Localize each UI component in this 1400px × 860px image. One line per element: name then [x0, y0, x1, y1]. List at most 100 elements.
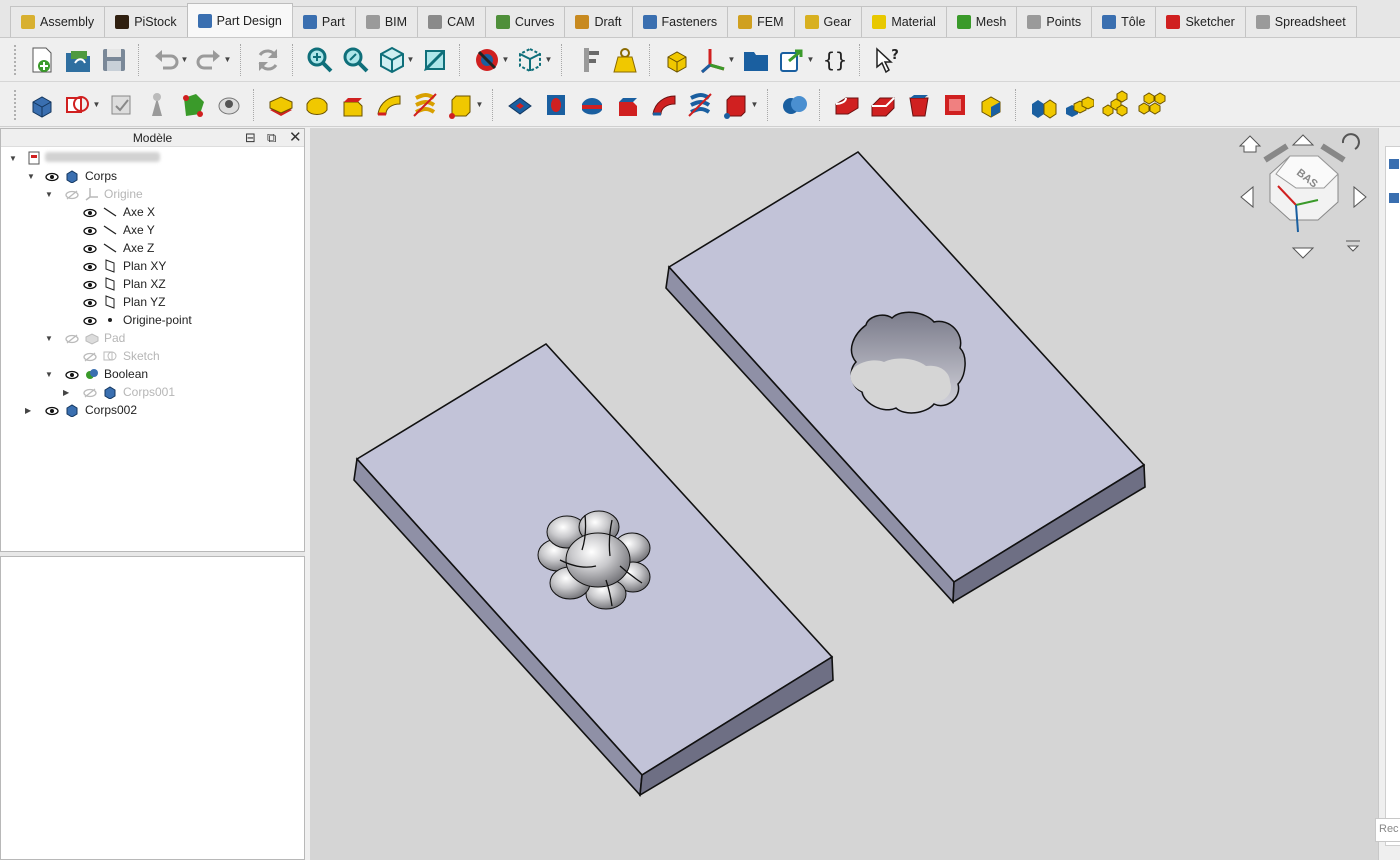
fit-all-icon[interactable]	[302, 43, 338, 77]
float-panel-icon[interactable]: ⧉	[267, 130, 276, 146]
redo-icon[interactable]	[191, 43, 227, 77]
subtractive-pipe-icon[interactable]	[646, 88, 682, 122]
expand-arrow-icon[interactable]: ▶	[63, 388, 69, 397]
tree-item[interactable]: Plan XY	[1, 257, 301, 275]
nav-arrow-down-icon[interactable]	[1291, 247, 1315, 259]
report-view-input[interactable]: Rec	[1375, 818, 1400, 842]
nav-home-icon[interactable]	[1238, 135, 1262, 153]
tree-item[interactable]: ▼ Boolean	[1, 365, 301, 383]
additive-primitive-dropdown-icon[interactable]: ▼	[475, 100, 484, 109]
sub-shape-binder-icon[interactable]	[175, 88, 211, 122]
revolution-icon[interactable]	[299, 88, 335, 122]
tree-item[interactable]: Sketch	[1, 347, 301, 365]
boolean-operation-icon[interactable]	[777, 88, 813, 122]
hidden-eye-icon[interactable]	[65, 333, 79, 344]
create-body-icon[interactable]	[24, 88, 60, 122]
whats-this-icon[interactable]: ?	[869, 43, 905, 77]
redo-dropdown-icon[interactable]: ▼	[223, 55, 232, 64]
toolbar-grip[interactable]	[14, 89, 18, 120]
new-document-icon[interactable]	[24, 43, 60, 77]
hidden-eye-icon[interactable]	[83, 351, 97, 362]
tree-item[interactable]: Plan XZ	[1, 275, 301, 293]
workbench-tab[interactable]: Part	[291, 6, 356, 37]
workbench-tab[interactable]: Spreadsheet	[1244, 6, 1357, 37]
minimize-icon[interactable]: ⊟	[245, 130, 256, 146]
collapse-arrow-icon[interactable]: ▼	[45, 370, 53, 379]
link-icon[interactable]	[774, 43, 810, 77]
collapse-arrow-icon[interactable]: ▼	[27, 172, 35, 181]
visibility-eye-icon[interactable]	[83, 297, 97, 308]
hole-icon[interactable]	[538, 88, 574, 122]
tree-item[interactable]: ▼ Pad	[1, 329, 301, 347]
refresh-icon[interactable]	[250, 43, 286, 77]
polar-pattern-icon[interactable]	[1097, 88, 1133, 122]
workbench-tab[interactable]: Fasteners	[631, 6, 729, 37]
link-dropdown-icon[interactable]: ▼	[806, 55, 815, 64]
coordinate-system-dropdown-icon[interactable]: ▼	[727, 55, 736, 64]
draft-feature-icon[interactable]	[901, 88, 937, 122]
subtractive-helix-icon[interactable]	[682, 88, 718, 122]
hidden-eye-icon[interactable]	[65, 189, 79, 200]
linear-pattern-icon[interactable]	[1061, 88, 1097, 122]
right-dock-icons[interactable]	[1389, 159, 1400, 219]
subtractive-primitive-icon[interactable]	[718, 88, 754, 122]
workbench-tab[interactable]: Part Design	[186, 3, 293, 37]
workbench-tab[interactable]: Curves	[484, 6, 566, 37]
weight-icon[interactable]	[607, 43, 643, 77]
workbench-tab[interactable]: CAM	[417, 6, 486, 37]
undo-icon[interactable]	[148, 43, 184, 77]
additive-primitive-icon[interactable]	[443, 88, 479, 122]
tree-item[interactable]: Axe Y	[1, 221, 301, 239]
visibility-eye-icon[interactable]	[83, 225, 97, 236]
standard-views-icon[interactable]	[374, 43, 410, 77]
workbench-tab[interactable]: Material	[861, 6, 947, 37]
tree-item[interactable]: ▶ Corps002	[1, 401, 301, 419]
tree-item[interactable]: ▼	[1, 149, 301, 167]
additive-loft-icon[interactable]	[335, 88, 371, 122]
3d-viewport[interactable]: BAS	[310, 128, 1378, 860]
validate-sketch-icon[interactable]	[103, 88, 139, 122]
visibility-eye-icon[interactable]	[83, 243, 97, 254]
additive-box-icon[interactable]	[973, 88, 1009, 122]
create-group-icon[interactable]	[738, 43, 774, 77]
collapse-arrow-icon[interactable]: ▼	[9, 154, 17, 163]
chamfer-icon[interactable]	[865, 88, 901, 122]
multi-transform-icon[interactable]	[1133, 88, 1169, 122]
tree-item[interactable]: ▼ Corps	[1, 167, 301, 185]
create-part-icon[interactable]	[659, 43, 695, 77]
workbench-tab[interactable]: Sketcher	[1155, 6, 1246, 37]
save-document-icon[interactable]	[96, 43, 132, 77]
pocket-icon[interactable]	[502, 88, 538, 122]
left-plate[interactable]	[353, 342, 834, 797]
fit-selection-icon[interactable]	[338, 43, 374, 77]
nav-rotate-icon[interactable]	[1341, 133, 1360, 150]
draw-style-dropdown-icon[interactable]: ▼	[501, 55, 510, 64]
workbench-tab[interactable]: Mesh	[945, 6, 1018, 37]
navigation-cube[interactable]: BAS	[1238, 133, 1367, 259]
subtractive-primitive-dropdown-icon[interactable]: ▼	[750, 100, 759, 109]
create-sketch-icon[interactable]	[60, 88, 96, 122]
fillet-icon[interactable]	[829, 88, 865, 122]
visibility-eye-icon[interactable]	[83, 261, 97, 272]
workbench-tab[interactable]: BIM	[354, 6, 419, 37]
nav-menu-icon[interactable]	[1346, 240, 1360, 252]
workbench-tab[interactable]: FEM	[727, 6, 795, 37]
tree-item[interactable]: Axe X	[1, 203, 301, 221]
sketch-dropdown-icon[interactable]: ▼	[92, 100, 101, 109]
workbench-tab[interactable]: Draft	[564, 6, 633, 37]
hidden-eye-icon[interactable]	[83, 387, 97, 398]
subtractive-loft-icon[interactable]	[610, 88, 646, 122]
tree-item[interactable]: ▶ Corps001	[1, 383, 301, 401]
workbench-tab[interactable]: Assembly	[10, 6, 106, 37]
bounding-box-icon[interactable]	[512, 43, 548, 77]
right-plate[interactable]	[665, 150, 1146, 604]
visibility-eye-icon[interactable]	[83, 207, 97, 218]
measure-icon[interactable]	[571, 43, 607, 77]
expand-arrow-icon[interactable]: ▶	[25, 406, 31, 415]
draw-style-icon[interactable]	[469, 43, 505, 77]
undo-dropdown-icon[interactable]: ▼	[180, 55, 189, 64]
visibility-eye-icon[interactable]	[45, 171, 59, 182]
tree-item[interactable]: Origine-point	[1, 311, 301, 329]
nav-arrow-left-icon[interactable]	[1240, 185, 1254, 209]
visibility-eye-icon[interactable]	[45, 405, 59, 416]
